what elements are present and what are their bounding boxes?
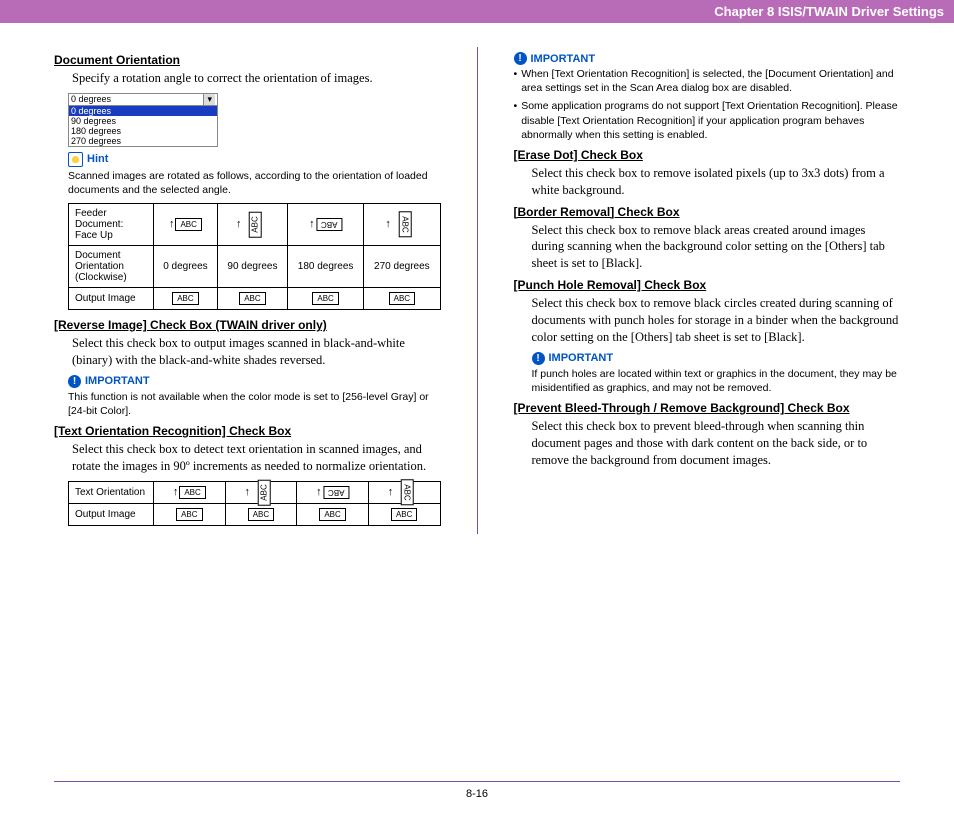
orientation-table-2: Text Orientation ↑ABC ↑ABC ↑ABC ↑ABC Out… [68,481,441,526]
text-border-removal: Select this check box to remove black ar… [532,222,901,273]
heading-reverse-image: [Reverse Image] Check Box (TWAIN driver … [54,318,441,332]
page-footer: 8-16 [0,781,954,800]
chevron-down-icon[interactable]: ▾ [203,94,215,105]
important-badge: ! IMPORTANT [532,352,901,365]
page-number: 8-16 [466,788,488,800]
heading-bleed-through: [Prevent Bleed-Through / Remove Backgrou… [514,401,901,415]
table-row-label: Feeder Document: Face Up [69,204,154,246]
hint-label: Hint [87,153,108,165]
important-badge: ! IMPORTANT [514,52,901,65]
hint-badge: Hint [68,152,441,167]
important-text: This function is not available when the … [68,390,441,418]
orientation-table-1: Feeder Document: Face Up ↑ABC ↑ABC ↑ABC … [68,203,441,310]
text-bleed-through: Select this check box to prevent bleed-t… [532,418,901,469]
bullet-item: •When [Text Orientation Recognition] is … [514,67,901,95]
table-row-label: Document Orientation (Clockwise) [69,246,154,288]
heading-text-orientation: [Text Orientation Recognition] Check Box [54,424,441,438]
heading-doc-orientation: Document Orientation [54,53,441,67]
important-text: If punch holes are located within text o… [532,367,901,395]
heading-punch-hole: [Punch Hole Removal] Check Box [514,278,901,292]
dropdown-option[interactable]: 270 degrees [69,136,217,146]
text-doc-orientation: Specify a rotation angle to correct the … [72,70,441,87]
important-badge: ! IMPORTANT [68,375,441,388]
important-label: IMPORTANT [85,375,150,387]
exclamation-icon: ! [514,52,527,65]
chapter-header: Chapter 8 ISIS/TWAIN Driver Settings [0,0,954,23]
bullet-item: •Some application programs do not suppor… [514,99,901,142]
text-reverse-image: Select this check box to output images s… [72,335,441,369]
text-erase-dot: Select this check box to remove isolated… [532,165,901,199]
table-row-label: Output Image [69,288,154,310]
dropdown-angle[interactable]: 0 degrees▾ 0 degrees 90 degrees 180 degr… [68,93,441,147]
exclamation-icon: ! [532,352,545,365]
important-label: IMPORTANT [549,352,614,364]
exclamation-icon: ! [68,375,81,388]
heading-erase-dot: [Erase Dot] Check Box [514,148,901,162]
table-row-label: Text Orientation [69,482,154,504]
page: Chapter 8 ISIS/TWAIN Driver Settings Doc… [0,0,954,818]
text-text-orientation: Select this check box to detect text ori… [72,441,441,475]
dropdown-option[interactable]: 90 degrees [69,116,217,126]
dropdown-selected[interactable]: 0 degrees [69,106,217,116]
hint-text: Scanned images are rotated as follows, a… [68,169,441,197]
right-column: ! IMPORTANT •When [Text Orientation Reco… [514,47,901,534]
dropdown-value: 0 degrees [71,94,111,105]
content-area: Document Orientation Specify a rotation … [0,23,954,534]
left-column: Document Orientation Specify a rotation … [54,47,441,534]
column-divider [477,47,478,534]
dropdown-option[interactable]: 180 degrees [69,126,217,136]
lightbulb-icon [68,152,83,167]
text-punch-hole: Select this check box to remove black ci… [532,295,901,346]
important-label: IMPORTANT [531,53,596,65]
table-row-label: Output Image [69,504,154,526]
heading-border-removal: [Border Removal] Check Box [514,205,901,219]
